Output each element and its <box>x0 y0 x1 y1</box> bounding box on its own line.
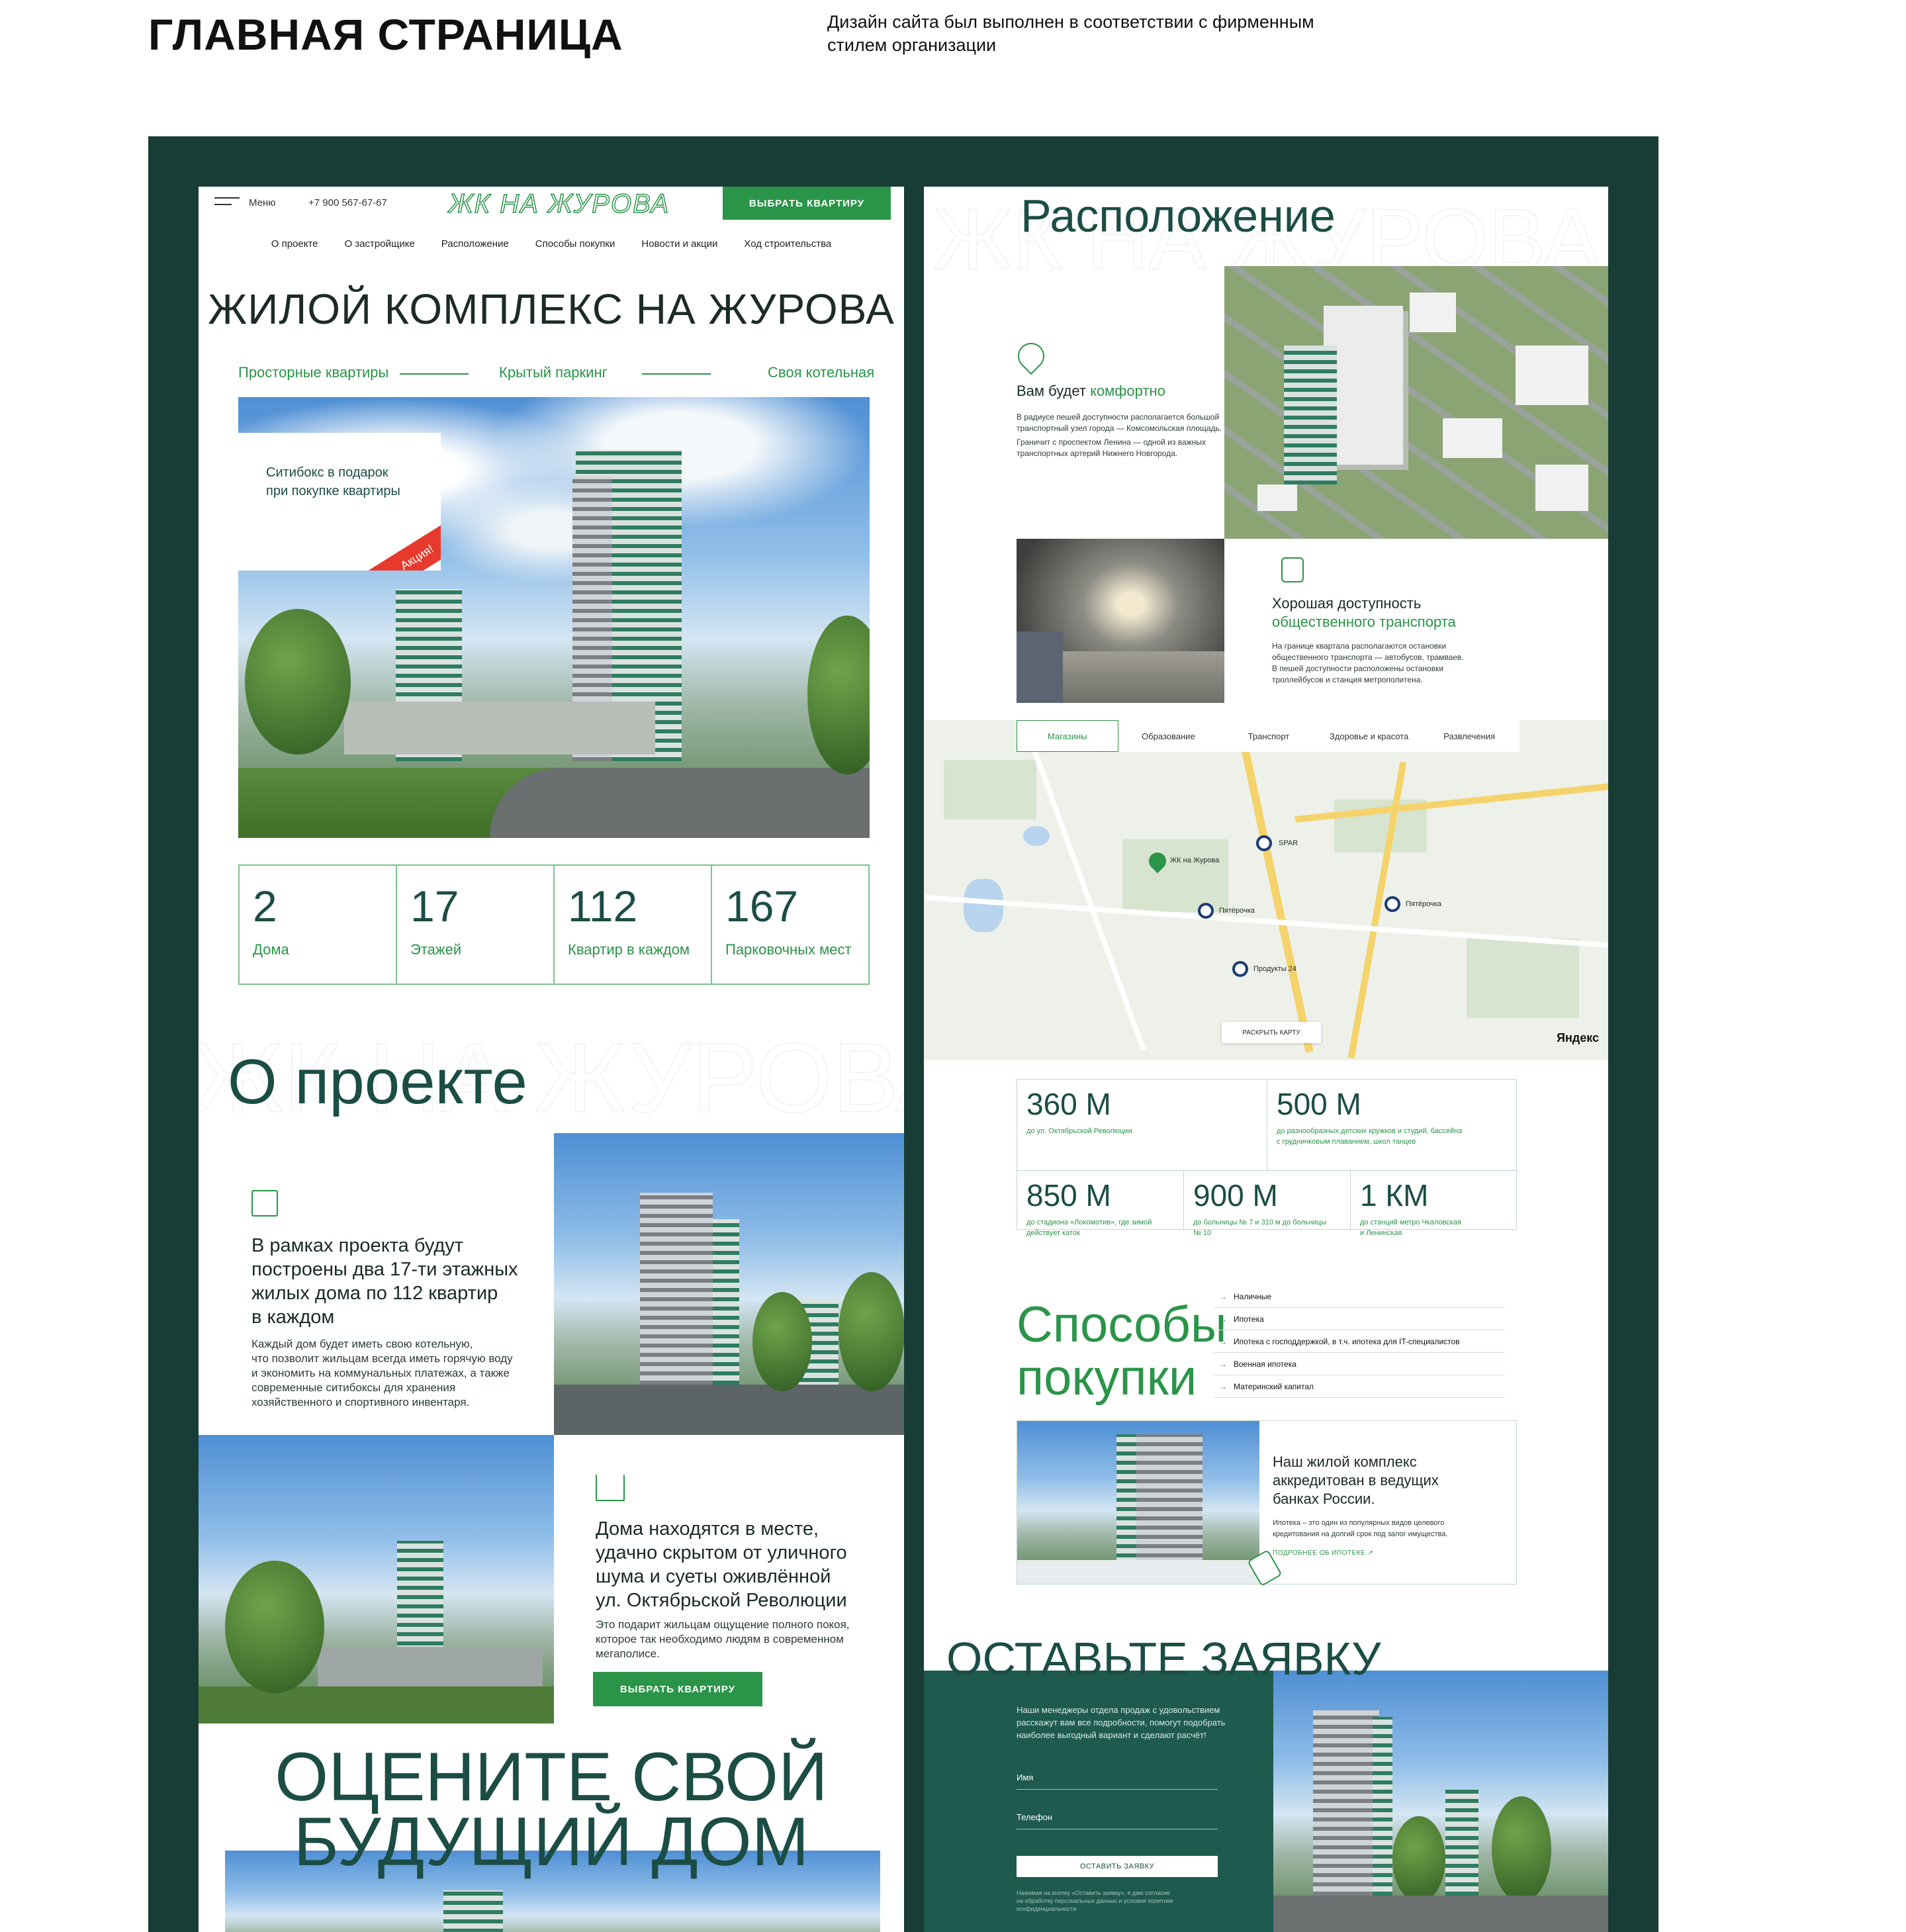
menu-icon[interactable] <box>214 197 240 207</box>
promo-badge: Акция! <box>341 502 441 571</box>
map-tab-entertainment[interactable]: Развлечения <box>1419 720 1520 752</box>
pin-label-pyaterochka-2: Пятёрочка <box>1406 900 1441 908</box>
feature-parking: Крытый паркинг <box>499 364 608 381</box>
about-image-1 <box>554 1133 904 1435</box>
metro-image <box>1017 539 1224 703</box>
pin-label-produkty: Продукты 24 <box>1253 965 1296 973</box>
menu-label[interactable]: Меню <box>249 197 276 208</box>
about-choose-apartment-button[interactable]: ВЫБРАТЬ КВАРТИРУ <box>593 1672 762 1706</box>
phone-field[interactable]: Телефон <box>1017 1812 1218 1829</box>
name-field[interactable]: Имя <box>1017 1772 1218 1790</box>
feature-spacious: Просторные квартиры <box>238 364 389 381</box>
stat-houses: 2 Дома <box>240 866 397 984</box>
stats-box: 2 Дома 17 Этажей 112 Квартир в каждом 16… <box>238 864 870 985</box>
nav-item-about[interactable]: О проекте <box>271 238 318 250</box>
comfort-heading: Вам будет комфортно <box>1017 383 1165 399</box>
header-choose-apartment-button[interactable]: ВЫБРАТЬ КВАРТИРУ <box>723 187 891 220</box>
distance-cell: 850 М до стадиона «Локомотив», где зимой… <box>1017 1171 1184 1237</box>
location-title: Расположение <box>1021 190 1336 242</box>
purchase-item[interactable]: → Наличные <box>1214 1285 1505 1308</box>
header-phone[interactable]: +7 900 567-67-67 <box>308 197 387 208</box>
purchase-title: Способы покупки <box>1017 1297 1227 1406</box>
arrow-up-right-icon: ↗ <box>1367 1549 1374 1557</box>
map-tab-education[interactable]: Образование <box>1118 720 1219 752</box>
mortgage-image <box>1017 1421 1259 1584</box>
bus-icon <box>1281 557 1304 582</box>
mortgage-link[interactable]: ПОДРОБНЕЕ ОБ ИПОТЕКЕ ↗ <box>1273 1549 1373 1557</box>
stat-apartments: 112 Квартир в каждом <box>555 866 712 984</box>
consent-text: Нажимая на кнопку «Оставить заявку», я д… <box>1017 1890 1173 1912</box>
about-block2-heading: Дома находятся в месте, удачно скрытом о… <box>596 1518 847 1611</box>
about-block1-heading: В рамках проекта будут построены два 17-… <box>251 1235 518 1328</box>
map-tab-transport[interactable]: Транспорт <box>1218 720 1319 752</box>
request-image <box>1273 1671 1608 1932</box>
purchase-item[interactable]: → Материнский капитал <box>1214 1375 1505 1398</box>
pin-label-spar: SPAR <box>1279 839 1298 847</box>
comfort-text: В радиусе пешей доступности располагаетс… <box>1017 412 1222 458</box>
mortgage-card: Наш жилой комплекс аккредитован в ведущи… <box>1017 1420 1517 1587</box>
shop-pin-icon[interactable] <box>1232 961 1248 977</box>
purchase-item[interactable]: → Ипотека <box>1214 1308 1505 1330</box>
presentation-description: Дизайн сайта был выполнен в соответствии… <box>827 11 1423 57</box>
request-form-panel: Наши менеджеры отдела продаж с удовольст… <box>924 1671 1273 1932</box>
description-line: стилем организации <box>827 35 997 55</box>
nav-item-developer[interactable]: О застройщике <box>345 238 415 250</box>
nav-item-purchase[interactable]: Способы покупки <box>535 238 615 250</box>
transport-text: На границе квартала располагаются остано… <box>1272 641 1464 684</box>
presentation-title: ГЛАВНАЯ СТРАНИЦА <box>148 10 623 59</box>
distance-grid: 360 М до ул. Октябрьской Революции 500 М… <box>1017 1079 1518 1237</box>
location-pin-icon <box>1012 337 1050 375</box>
purchase-item[interactable]: → Военная ипотека <box>1214 1353 1505 1375</box>
request-title: ОСТАВЬТЕ ЗАЯВКУ <box>946 1633 1381 1684</box>
about-block2-text: Это подарит жильцам ощущение полного пок… <box>596 1618 850 1660</box>
purchase-item[interactable]: → Ипотека с господдержкой, в т.ч. ипотека… <box>1214 1330 1505 1353</box>
map-tab-health[interactable]: Здоровье и красота <box>1319 720 1420 752</box>
shop-pin-icon[interactable] <box>1256 835 1272 851</box>
request-text: Наши менеджеры отдела продаж с удовольст… <box>1017 1705 1226 1740</box>
map-tab-shops[interactable]: Магазины <box>1017 720 1118 752</box>
purchase-list: → Наличные → Ипотека → Ипотека с господдерж… <box>1214 1285 1505 1404</box>
stat-parking: 167 Парковочных мест <box>725 882 852 958</box>
aerial-image <box>1224 266 1608 539</box>
stat-floors: 17 Этажей <box>397 866 555 984</box>
feature-boiler: Своя котельная <box>768 364 875 381</box>
mortgage-text: Ипотека – это один из популярных видов ц… <box>1273 1519 1448 1538</box>
map[interactable]: Магазины Образование Транспорт Здоровье … <box>924 720 1608 1060</box>
description-line: Дизайн сайта был выполнен в соответствии… <box>827 12 1314 32</box>
evaluate-title: ОЦЕНИТЕ СВОЙ БУДУЩИЙ ДОМ <box>275 1739 828 1880</box>
pin-label-pyaterochka: Пятёрочка <box>1219 907 1255 915</box>
promo-text: Ситибокс в подарок при покупке квартиры <box>266 465 400 498</box>
about-title: О проекте <box>228 1046 527 1117</box>
mockup-right-column: ЖК НА ЖУРОВА Расположение Вам будет комф… <box>924 187 1608 1932</box>
promo-card[interactable]: Ситибокс в подарок при покупке квартиры … <box>238 433 441 571</box>
presentation-page: ГЛАВНАЯ СТРАНИЦА Дизайн сайта был выполн… <box>0 0 1906 1932</box>
distance-cell: 1 КМ до станций метро Чкаловская и Ленинс… <box>1360 1178 1462 1237</box>
house-heart-icon <box>596 1475 625 1501</box>
main-nav: О проекте О застройщике Расположение Спо… <box>199 238 904 250</box>
nav-item-news[interactable]: Новости и акции <box>641 238 717 250</box>
nav-item-location[interactable]: Расположение <box>441 238 509 250</box>
distance-cell: 360 М до ул. Октябрьской Революции <box>1017 1080 1267 1171</box>
distance-cell: 900 М до больницы № 7 и 310 м до больниц… <box>1184 1171 1351 1237</box>
map-tabs: Магазины Образование Транспорт Здоровье … <box>1017 720 1520 752</box>
plan-board-icon <box>251 1190 278 1217</box>
submit-request-button[interactable]: ОСТАВИТЬ ЗАЯВКУ <box>1017 1856 1218 1877</box>
nav-item-construction[interactable]: Ход строительства <box>744 238 831 250</box>
mockup-left-column: Меню +7 900 567-67-67 ЖК НА ЖУРОВА ВЫБРА… <box>199 187 904 1932</box>
distance-cell: 500 М до разнообразных детских кружков и… <box>1267 1080 1518 1171</box>
expand-map-button[interactable]: РАСКРЫТЬ КАРТУ <box>1222 1022 1321 1043</box>
hero-title: ЖИЛОЙ КОМПЛЕКС НА ЖУРОВА <box>208 285 895 333</box>
shop-pin-icon[interactable] <box>1198 903 1214 919</box>
map-provider-logo: Яндекс <box>1557 1031 1600 1044</box>
feature-divider <box>400 373 469 375</box>
mortgage-heading: Наш жилой комплекс аккредитован в ведущи… <box>1273 1453 1439 1507</box>
transport-heading: Хорошая доступность общественного трансп… <box>1272 595 1456 630</box>
about-block1-text: Каждый дом будет иметь свою котельную, ч… <box>251 1338 513 1408</box>
about-image-2 <box>199 1435 554 1724</box>
site-logo[interactable]: ЖК НА ЖУРОВА <box>448 189 670 219</box>
pin-label-home: ЖК на Журова <box>1170 856 1220 864</box>
mockup-board: Меню +7 900 567-67-67 ЖК НА ЖУРОВА ВЫБРА… <box>148 136 1658 1932</box>
feature-divider <box>642 373 711 375</box>
shop-pin-icon[interactable] <box>1384 896 1400 912</box>
